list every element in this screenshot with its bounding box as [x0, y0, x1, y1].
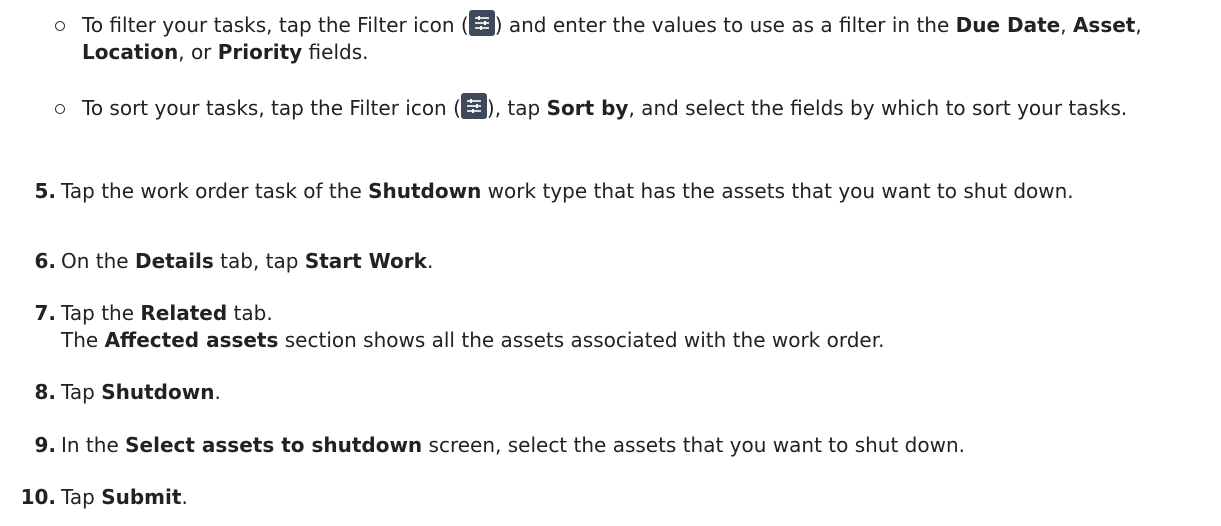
step-text: On the Details tab, tap Start Work. — [61, 248, 1210, 275]
step-8: 8. Tap Shutdown. — [0, 379, 1210, 406]
sub-bullet-sort: To sort your tasks, tap the Filter icon … — [55, 93, 1205, 122]
text-segment: ), tap — [486, 96, 547, 120]
text-segment: Tap — [61, 485, 102, 509]
step-5: 5. Tap the work order task of the Shutdo… — [0, 178, 1210, 205]
step-number: 5. — [34, 179, 56, 203]
sub-bullet-filter: To filter your tasks, tap the Filter ico… — [55, 10, 1205, 66]
step-6: 6. On the Details tab, tap Start Work. — [0, 248, 1210, 275]
text-segment: To sort your tasks, tap the Filter icon … — [82, 96, 461, 120]
text-segment: ) and enter the values to use as a filte… — [494, 13, 956, 37]
field-name-location: Location — [82, 40, 179, 64]
text-segment: , — [1135, 13, 1142, 37]
step-7: 7. Tap the Related tab. The Affected asse… — [0, 300, 1210, 354]
button-name-submit: Submit — [101, 485, 182, 509]
step-text: Tap the Related tab. The Affected assets … — [61, 300, 1210, 354]
hollow-bullet-icon — [55, 104, 65, 114]
hollow-bullet-icon — [55, 21, 65, 31]
section-name-affected-assets: Affected assets — [104, 328, 279, 352]
text-segment: In the — [61, 433, 126, 457]
field-name-asset: Asset — [1072, 13, 1136, 37]
button-name-shutdown: Shutdown — [101, 380, 215, 404]
tab-name-related: Related — [140, 301, 228, 325]
text-segment: The — [61, 328, 105, 352]
button-name-start-work: Start Work — [304, 249, 427, 273]
step-number: 10. — [20, 485, 56, 509]
sub-bullet-text: To sort your tasks, tap the Filter icon … — [82, 93, 1205, 122]
work-type-shutdown: Shutdown — [368, 179, 482, 203]
option-sort-by: Sort by — [546, 96, 629, 120]
text-segment: work type that has the assets that you w… — [481, 179, 1074, 203]
text-segment: . — [214, 380, 221, 404]
filter-icon — [460, 93, 487, 119]
text-segment: , and select the fields by which to sort… — [628, 96, 1128, 120]
screen-name-select-assets: Select assets to shutdown — [125, 433, 423, 457]
step-text: Tap the work order task of the Shutdown … — [61, 178, 1210, 205]
text-segment: section shows all the assets associated … — [278, 328, 885, 352]
text-segment: tab, tap — [213, 249, 305, 273]
field-name-priority: Priority — [217, 40, 303, 64]
text-segment: screen, select the assets that you want … — [422, 433, 966, 457]
field-name-due-date: Due Date — [955, 13, 1061, 37]
text-segment: Tap the work order task of the — [61, 179, 369, 203]
text-segment: . — [181, 485, 188, 509]
step-text: Tap Submit. — [61, 484, 1210, 511]
step-text: Tap Shutdown. — [61, 379, 1210, 406]
step-number: 9. — [34, 433, 56, 457]
step-10: 10. Tap Submit. — [0, 484, 1210, 511]
filter-icon — [468, 10, 495, 36]
step-9: 9. In the Select assets to shutdown scre… — [0, 432, 1210, 459]
sub-bullet-text: To filter your tasks, tap the Filter ico… — [82, 10, 1205, 66]
text-segment: . — [426, 249, 434, 273]
text-segment: To filter your tasks, tap the Filter ico… — [82, 13, 469, 37]
text-segment: , or — [178, 40, 218, 64]
step-number: 7. — [34, 301, 56, 325]
text-segment: fields. — [302, 40, 369, 64]
step-number: 6. — [34, 249, 56, 273]
tab-name-details: Details — [134, 249, 214, 273]
text-segment: , — [1060, 13, 1073, 37]
text-segment: Tap the — [61, 301, 141, 325]
text-segment: tab. — [227, 301, 273, 325]
step-text: In the Select assets to shutdown screen,… — [61, 432, 1210, 459]
text-segment: On the — [61, 249, 135, 273]
text-segment: Tap — [61, 380, 102, 404]
step-number: 8. — [34, 380, 56, 404]
